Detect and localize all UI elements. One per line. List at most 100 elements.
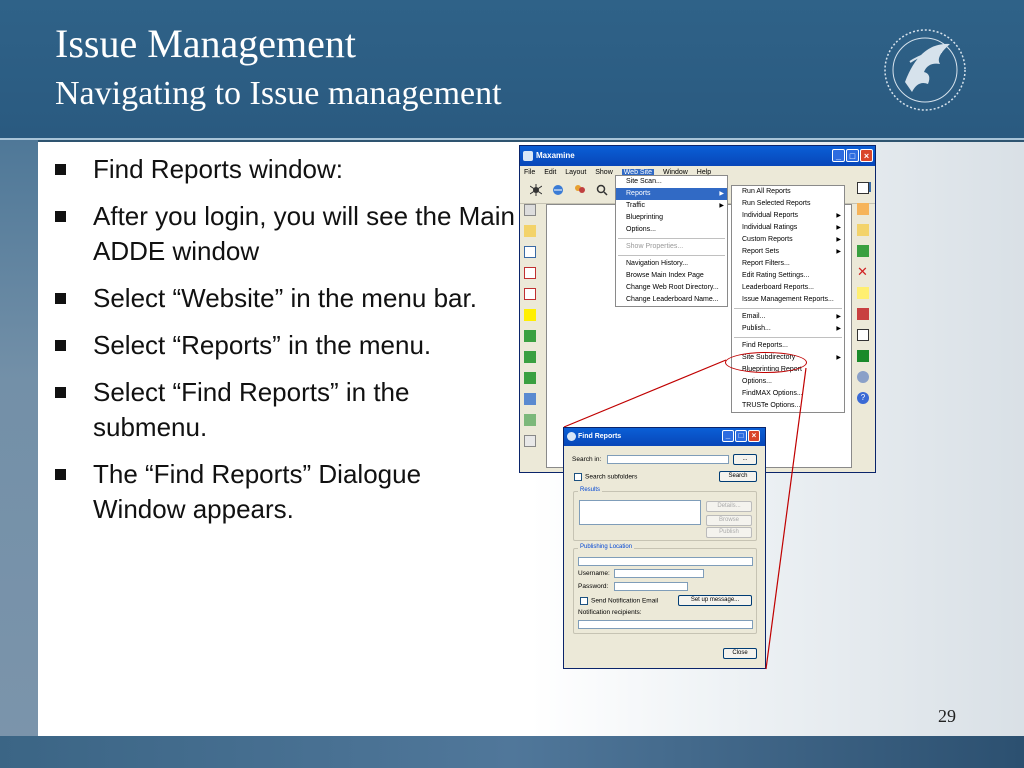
folder-icon[interactable]	[524, 225, 536, 237]
dialog-title: Find Reports	[578, 433, 622, 440]
menu-show[interactable]: Show	[595, 169, 613, 176]
pointer-icon[interactable]	[857, 182, 869, 194]
hhs-seal-icon	[884, 29, 966, 111]
dialog-maximize-button[interactable]: □	[735, 430, 747, 442]
recipients-field[interactable]	[578, 620, 753, 629]
browse-results-button[interactable]: Browse	[706, 515, 752, 526]
results-list[interactable]	[579, 500, 701, 525]
dialog-titlebar: Find Reports _ □ ×	[564, 428, 765, 446]
website-menu-item[interactable]: Blueprinting	[616, 212, 727, 224]
chart-icon[interactable]	[524, 414, 536, 426]
reports-submenu: Run All Reports Run Selected Reports Indiv…	[731, 185, 845, 413]
dialog-close-x-button[interactable]: ×	[748, 430, 760, 442]
bullet-item: Select “Reports” in the menu.	[55, 328, 515, 363]
find-reports-dialog: Find Reports _ □ × Search in: ... Search…	[563, 427, 766, 669]
reports-menu-item[interactable]: Leaderboard Reports...	[732, 282, 844, 294]
website-menu-item[interactable]: Options...	[616, 224, 727, 236]
close-button[interactable]: ×	[860, 149, 873, 162]
delete-icon[interactable]: ✕	[857, 265, 869, 278]
details-button[interactable]: Details...	[706, 501, 752, 512]
reports-menu-item[interactable]: Run All Reports	[732, 186, 844, 198]
maximize-button[interactable]: □	[846, 149, 859, 162]
users-icon[interactable]	[574, 184, 586, 196]
close-dialog-button[interactable]: Close	[723, 648, 757, 659]
doc-icon[interactable]	[524, 435, 536, 447]
reports-menu-item[interactable]: Issue Management Reports...	[732, 294, 844, 306]
search-subfolders-checkbox[interactable]: Search subfolders	[574, 473, 637, 481]
submenu-arrow-icon: ▶	[836, 225, 841, 231]
spider-icon[interactable]	[530, 184, 542, 196]
dialog-minimize-button[interactable]: _	[722, 430, 734, 442]
reports-menu-item[interactable]: Custom Reports ▶	[732, 234, 844, 246]
send-email-checkbox[interactable]: Send Notification Email	[580, 597, 658, 605]
grid-icon[interactable]	[857, 308, 869, 320]
menu-edit[interactable]: Edit	[544, 169, 556, 176]
reports-menu-item[interactable]: Individual Ratings ▶	[732, 222, 844, 234]
reports-menu-item[interactable]: FindMAX Options...	[732, 388, 844, 400]
reports-menu-item[interactable]: Run Selected Reports	[732, 198, 844, 210]
green-page-icon[interactable]	[524, 351, 536, 363]
reports-menu-item[interactable]: Report Filters...	[732, 258, 844, 270]
password-label: Password:	[578, 583, 609, 590]
website-menu-item[interactable]: Change Web Root Directory...	[616, 282, 727, 294]
website-menu-item[interactable]: Navigation History...	[616, 258, 727, 270]
left-decorative-band	[0, 140, 38, 740]
globe-icon[interactable]	[552, 184, 564, 196]
reports-menu-item[interactable]: Individual Reports ▶	[732, 210, 844, 222]
results-label: Results	[578, 487, 603, 493]
search-button[interactable]: Search	[719, 471, 757, 482]
website-menu-item[interactable]: Browse Main Index Page	[616, 270, 727, 282]
reports-menu-item[interactable]: Publish... ▶	[732, 323, 844, 335]
page-number: 29	[938, 706, 956, 726]
menu-separator	[618, 255, 725, 256]
minimize-button[interactable]: _	[832, 149, 845, 162]
website-menu-item[interactable]: Site Scan...	[616, 176, 727, 188]
search-in-label: Search in:	[572, 456, 602, 463]
menu-separator	[618, 238, 725, 239]
menu-file[interactable]: File	[524, 169, 535, 176]
password-field[interactable]	[614, 582, 688, 591]
settings-icon[interactable]	[857, 371, 869, 383]
list-icon[interactable]	[524, 393, 536, 405]
reports-menu-item[interactable]: Options...	[732, 376, 844, 388]
yellow-box-icon[interactable]	[524, 309, 536, 321]
website-menu-item[interactable]: Show Properties...	[616, 241, 727, 253]
help-icon[interactable]: ?	[857, 392, 869, 404]
submenu-arrow-icon: ▶	[836, 314, 841, 320]
arrows-icon[interactable]	[857, 245, 869, 257]
reports-menu-item[interactable]: Find Reports...	[732, 340, 844, 352]
website-menu-item[interactable]: Reports ▶	[616, 188, 727, 200]
alert-icon[interactable]	[524, 267, 536, 279]
info-icon[interactable]	[524, 246, 536, 258]
left-toolbar	[524, 204, 542, 456]
green-square-icon[interactable]	[857, 350, 869, 362]
reports-menu-item[interactable]: Report Sets ▶	[732, 246, 844, 258]
publishing-location-label: Publishing Location	[578, 544, 635, 550]
right-toolbar: ✕ ?	[857, 182, 873, 413]
all-icon[interactable]	[524, 204, 536, 216]
reports-menu-item[interactable]: Email... ▶	[732, 311, 844, 323]
new-doc-icon[interactable]	[857, 203, 869, 215]
username-field[interactable]	[614, 569, 704, 578]
search-icon[interactable]	[596, 184, 608, 196]
green-page-icon[interactable]	[524, 372, 536, 384]
open-folder-icon[interactable]	[857, 224, 869, 236]
browse-dir-button[interactable]: ...	[733, 454, 757, 465]
publish-button[interactable]: Publish	[706, 527, 752, 538]
search-in-field[interactable]	[607, 455, 729, 464]
recipients-label: Notification recipients:	[578, 609, 642, 616]
blank-page-icon[interactable]	[524, 288, 536, 300]
website-menu-item[interactable]: Traffic ▶	[616, 200, 727, 212]
reports-menu-item[interactable]: TRUSTe Options...	[732, 400, 844, 412]
bullet-item: Select “Website” in the menu bar.	[55, 281, 515, 316]
setup-message-button[interactable]: Set up message...	[678, 595, 752, 606]
publishing-location-field[interactable]	[578, 557, 753, 566]
reports-menu-item[interactable]: Edit Rating Settings...	[732, 270, 844, 282]
menu-layout[interactable]: Layout	[565, 169, 586, 176]
note-icon[interactable]	[857, 287, 869, 299]
website-menu-item[interactable]: Change Leaderboard Name...	[616, 294, 727, 306]
eraser-icon[interactable]	[857, 329, 869, 341]
green-page-icon[interactable]	[524, 330, 536, 342]
bullet-item: Select “Find Reports” in the submenu.	[55, 375, 515, 445]
username-label: Username:	[578, 570, 610, 577]
